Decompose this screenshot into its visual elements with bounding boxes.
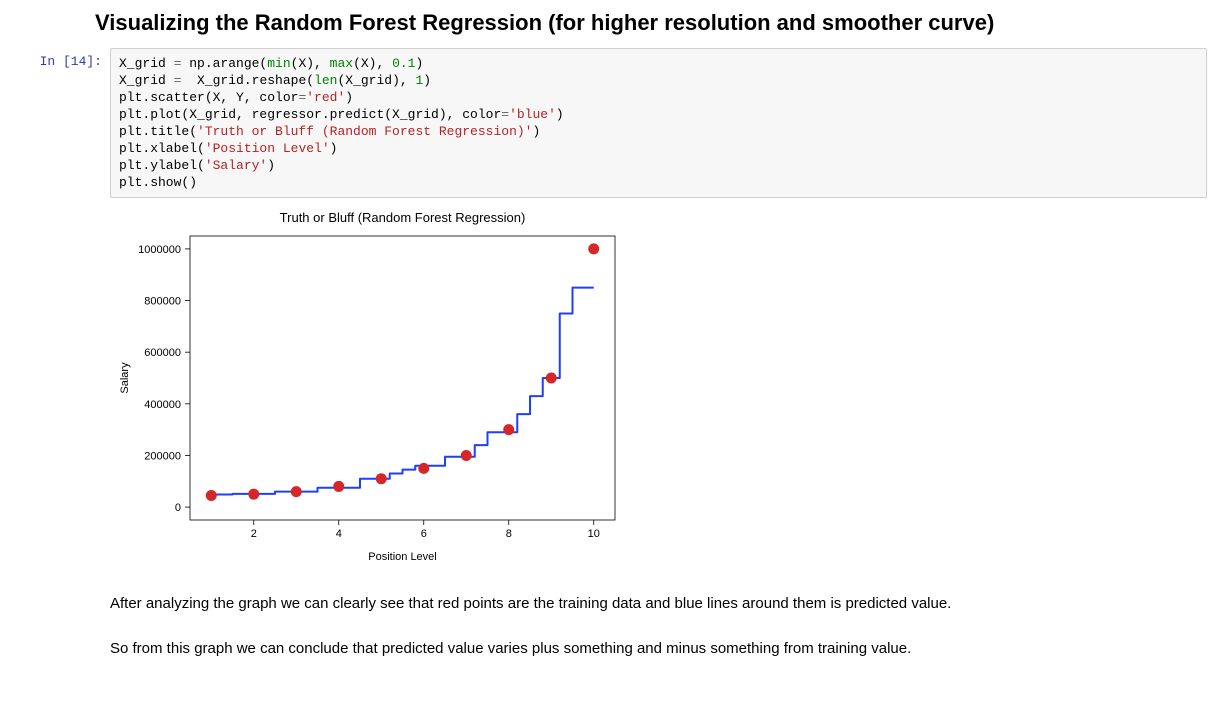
svg-text:8: 8: [506, 528, 512, 540]
svg-text:800000: 800000: [144, 296, 181, 308]
code-input-area[interactable]: X_grid = np.arange(min(X), max(X), 0.1) …: [110, 48, 1207, 198]
svg-text:600000: 600000: [144, 347, 181, 359]
svg-text:Position Level: Position Level: [368, 551, 437, 563]
prose-paragraph: So from this graph we can conclude that …: [110, 638, 1207, 661]
svg-text:1000000: 1000000: [138, 244, 181, 256]
svg-text:200000: 200000: [144, 450, 181, 462]
svg-text:0: 0: [175, 502, 181, 514]
svg-text:4: 4: [336, 528, 342, 540]
code-cell: In [14]: X_grid = np.arange(min(X), max(…: [20, 48, 1207, 198]
chart-output: Truth or Bluff (Random Forest Regression…: [110, 204, 630, 568]
output-cell: Truth or Bluff (Random Forest Regression…: [20, 204, 1207, 568]
prose-paragraph: After analyzing the graph we can clearly…: [110, 593, 1207, 616]
chart: Truth or Bluff (Random Forest Regression…: [110, 208, 630, 568]
svg-text:6: 6: [421, 528, 427, 540]
analysis-text: After analyzing the graph we can clearly…: [110, 593, 1207, 660]
svg-text:Truth or Bluff (Random Forest: Truth or Bluff (Random Forest Regression…: [280, 210, 526, 225]
svg-text:10: 10: [588, 528, 600, 540]
input-prompt: In [14]:: [20, 48, 110, 69]
code-block: X_grid = np.arange(min(X), max(X), 0.1) …: [119, 55, 1198, 191]
section-heading: Visualizing the Random Forest Regression…: [20, 10, 1207, 36]
svg-text:400000: 400000: [144, 399, 181, 411]
svg-text:Salary: Salary: [119, 362, 131, 394]
svg-text:2: 2: [251, 528, 257, 540]
